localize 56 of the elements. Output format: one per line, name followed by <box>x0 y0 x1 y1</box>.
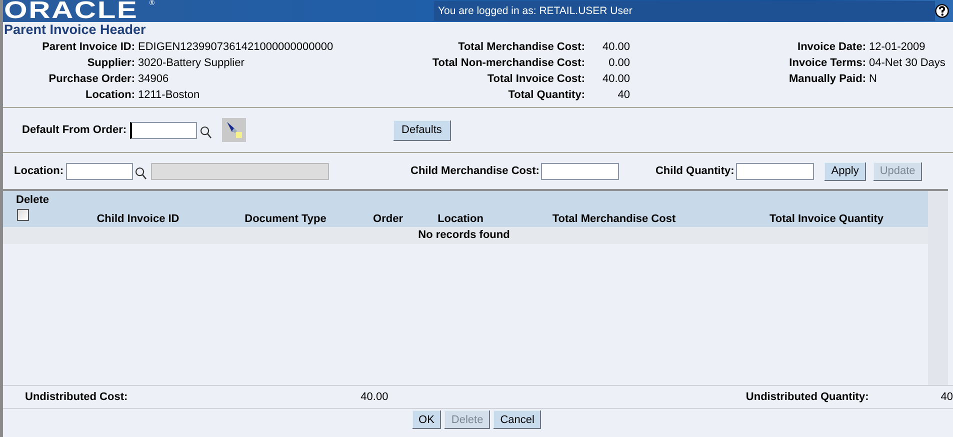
select-all-checkbox[interactable] <box>17 209 29 221</box>
field-label: Location: <box>14 165 64 177</box>
field-label: Location: <box>84 89 135 101</box>
help-icon[interactable] <box>935 4 949 18</box>
field-label: Invoice Date: <box>796 41 866 53</box>
action-button[interactable]: Cancel <box>493 410 542 429</box>
login-text: You are logged in as: RETAIL.USER User <box>434 1 935 21</box>
field-label: Undistributed Cost: <box>25 391 128 403</box>
action-button[interactable]: OK <box>412 410 442 429</box>
field-label: Default From Order: <box>22 124 127 136</box>
flashlight-icon[interactable] <box>222 118 246 142</box>
field-label: Purchase Order: <box>48 73 135 85</box>
column-header: Document Type <box>244 213 328 227</box>
field-value: 40 <box>616 89 630 101</box>
search-icon[interactable] <box>200 126 212 138</box>
input-field[interactable] <box>736 162 814 180</box>
defaults-button[interactable]: Defaults <box>392 120 451 140</box>
field-value: EDIGEN1239907361421000000000000 <box>138 41 334 53</box>
column-header: Total Invoice Quantity <box>768 213 885 227</box>
field-label: Parent Invoice ID: <box>41 41 135 53</box>
column-header: Delete <box>16 194 50 206</box>
input-field[interactable] <box>130 122 197 138</box>
empty-message: No records found <box>3 227 928 244</box>
column-header: Order <box>372 213 404 227</box>
scrollbar-track[interactable] <box>928 191 948 385</box>
field-value: 40.00 <box>360 391 388 403</box>
field-label: Child Merchandise Cost: <box>410 165 540 177</box>
field-value: 04-Net 30 Days <box>869 57 946 69</box>
logo-text: ORACLE <box>4 0 138 22</box>
input-field[interactable] <box>541 162 620 180</box>
field-value: 12-01-2009 <box>869 41 926 53</box>
input-field[interactable] <box>66 162 132 180</box>
field-label: Child Quantity: <box>655 165 734 177</box>
field-value: 0.00 <box>608 57 630 69</box>
field-label: Undistributed Quantity: <box>746 391 869 403</box>
search-icon[interactable] <box>134 166 146 180</box>
location-description-field[interactable] <box>150 162 328 180</box>
field-value: 40.00 <box>601 41 630 53</box>
field-label: Invoice Terms: <box>788 57 866 69</box>
field-value: 40.00 <box>601 73 630 85</box>
field-label: Total Invoice Cost: <box>486 73 585 85</box>
field-label: Total Quantity: <box>507 89 585 101</box>
section-title: Parent Invoice Header <box>3 22 147 38</box>
field-label: Total Non-merchandise Cost: <box>431 57 585 69</box>
field-value: 40 <box>940 391 953 403</box>
field-label: Supplier: <box>86 57 135 69</box>
field-value: 34906 <box>138 73 170 85</box>
field-value: 1211-Boston <box>138 89 201 101</box>
field-label: Manually Paid: <box>788 73 866 85</box>
field-label: Total Merchandise Cost: <box>457 41 585 53</box>
field-value: N <box>869 73 878 85</box>
column-header: Location <box>436 213 484 227</box>
column-header: Total Merchandise Cost <box>551 213 677 227</box>
column-header: Child Invoice ID <box>96 213 180 227</box>
filter-button[interactable]: Apply <box>824 162 866 180</box>
field-value: 3020-Battery Supplier <box>138 57 246 69</box>
